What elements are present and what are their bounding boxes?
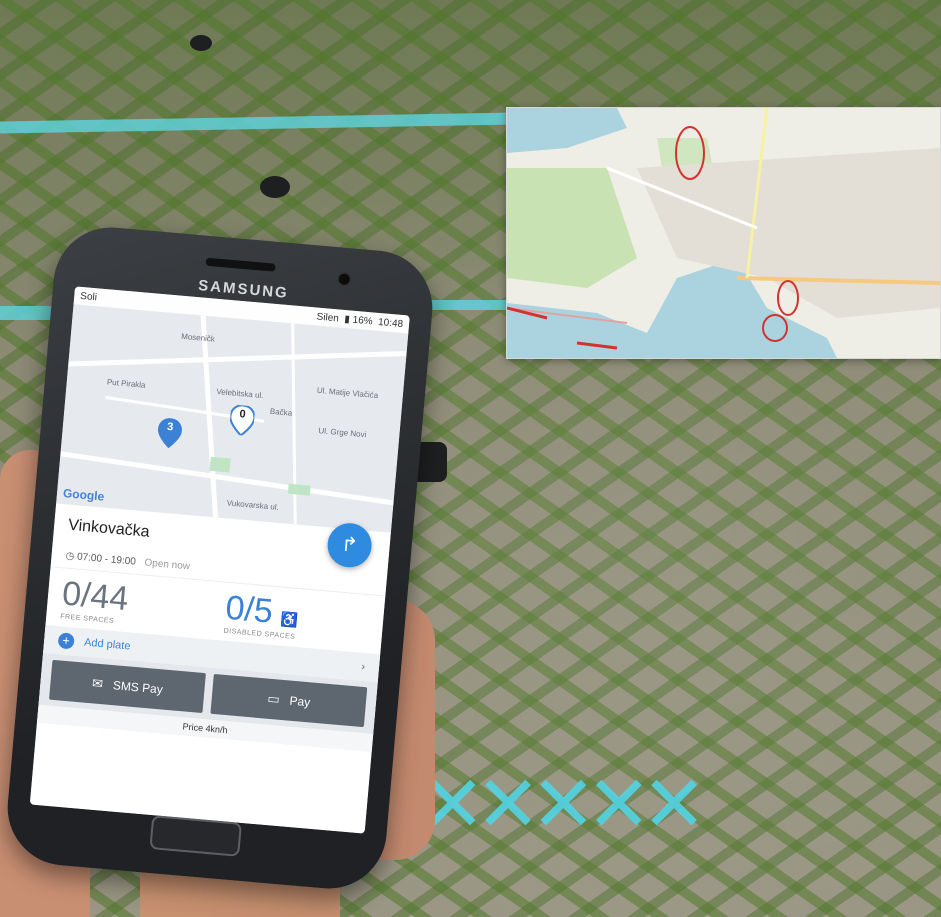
smartphone: SAMSUNG Soli Silen ▮ 16% 10:48 Moseničk … — [2, 222, 438, 894]
wheelchair-icon: ♿ — [279, 610, 299, 629]
free-spaces-box: 0/44 FREE SPACES — [60, 574, 207, 632]
clock-icon: ◷ — [65, 550, 75, 563]
paving-stud — [260, 176, 290, 198]
add-plate-label: Add plate — [83, 636, 131, 653]
card-icon: ▭ — [266, 690, 281, 707]
background-photo: ✕✕✕✕✕ SAMSUNG Soli Silen ▮ 16% 10:48 Mos… — [0, 0, 941, 917]
painted-x-marks: ✕✕✕✕✕ — [420, 760, 707, 850]
parking-pin-selected[interactable]: 0 — [229, 404, 256, 437]
home-button[interactable] — [149, 815, 242, 857]
paving-stud — [190, 35, 212, 51]
city-map-inset — [506, 107, 941, 359]
sms-pay-button[interactable]: ✉ SMS Pay — [49, 659, 206, 714]
envelope-icon: ✉ — [91, 675, 104, 692]
chevron-right-icon: › — [360, 660, 366, 674]
battery-icon: ▮ — [343, 313, 351, 325]
open-status: Open now — [144, 557, 191, 573]
disabled-spaces-box: 0/5 ♿ DISABLED SPACES — [203, 587, 370, 647]
status-time: 10:48 — [377, 316, 404, 330]
directions-icon: ↱ — [340, 533, 359, 557]
disabled-spaces-count: 0/5 — [224, 588, 275, 631]
parking-pin[interactable]: 3 — [156, 417, 183, 449]
phone-speaker — [205, 257, 276, 272]
status-left: Soli — [79, 290, 98, 303]
phone-camera — [336, 271, 353, 288]
pay-button[interactable]: ▭ Pay — [210, 673, 368, 728]
street-label: Bačka — [269, 406, 293, 418]
app-screen: Soli Silen ▮ 16% 10:48 Moseničk Put Pira… — [29, 286, 410, 834]
painted-line-top — [0, 112, 521, 134]
parking-map[interactable]: Moseničk Put Pirakla Velebitska ul. Ul. … — [56, 304, 409, 533]
plus-icon: + — [57, 632, 75, 650]
parking-lot-card: ↱ Vinkovačka ◷ 07:00 - 19:00 Open now 0/… — [29, 503, 391, 834]
